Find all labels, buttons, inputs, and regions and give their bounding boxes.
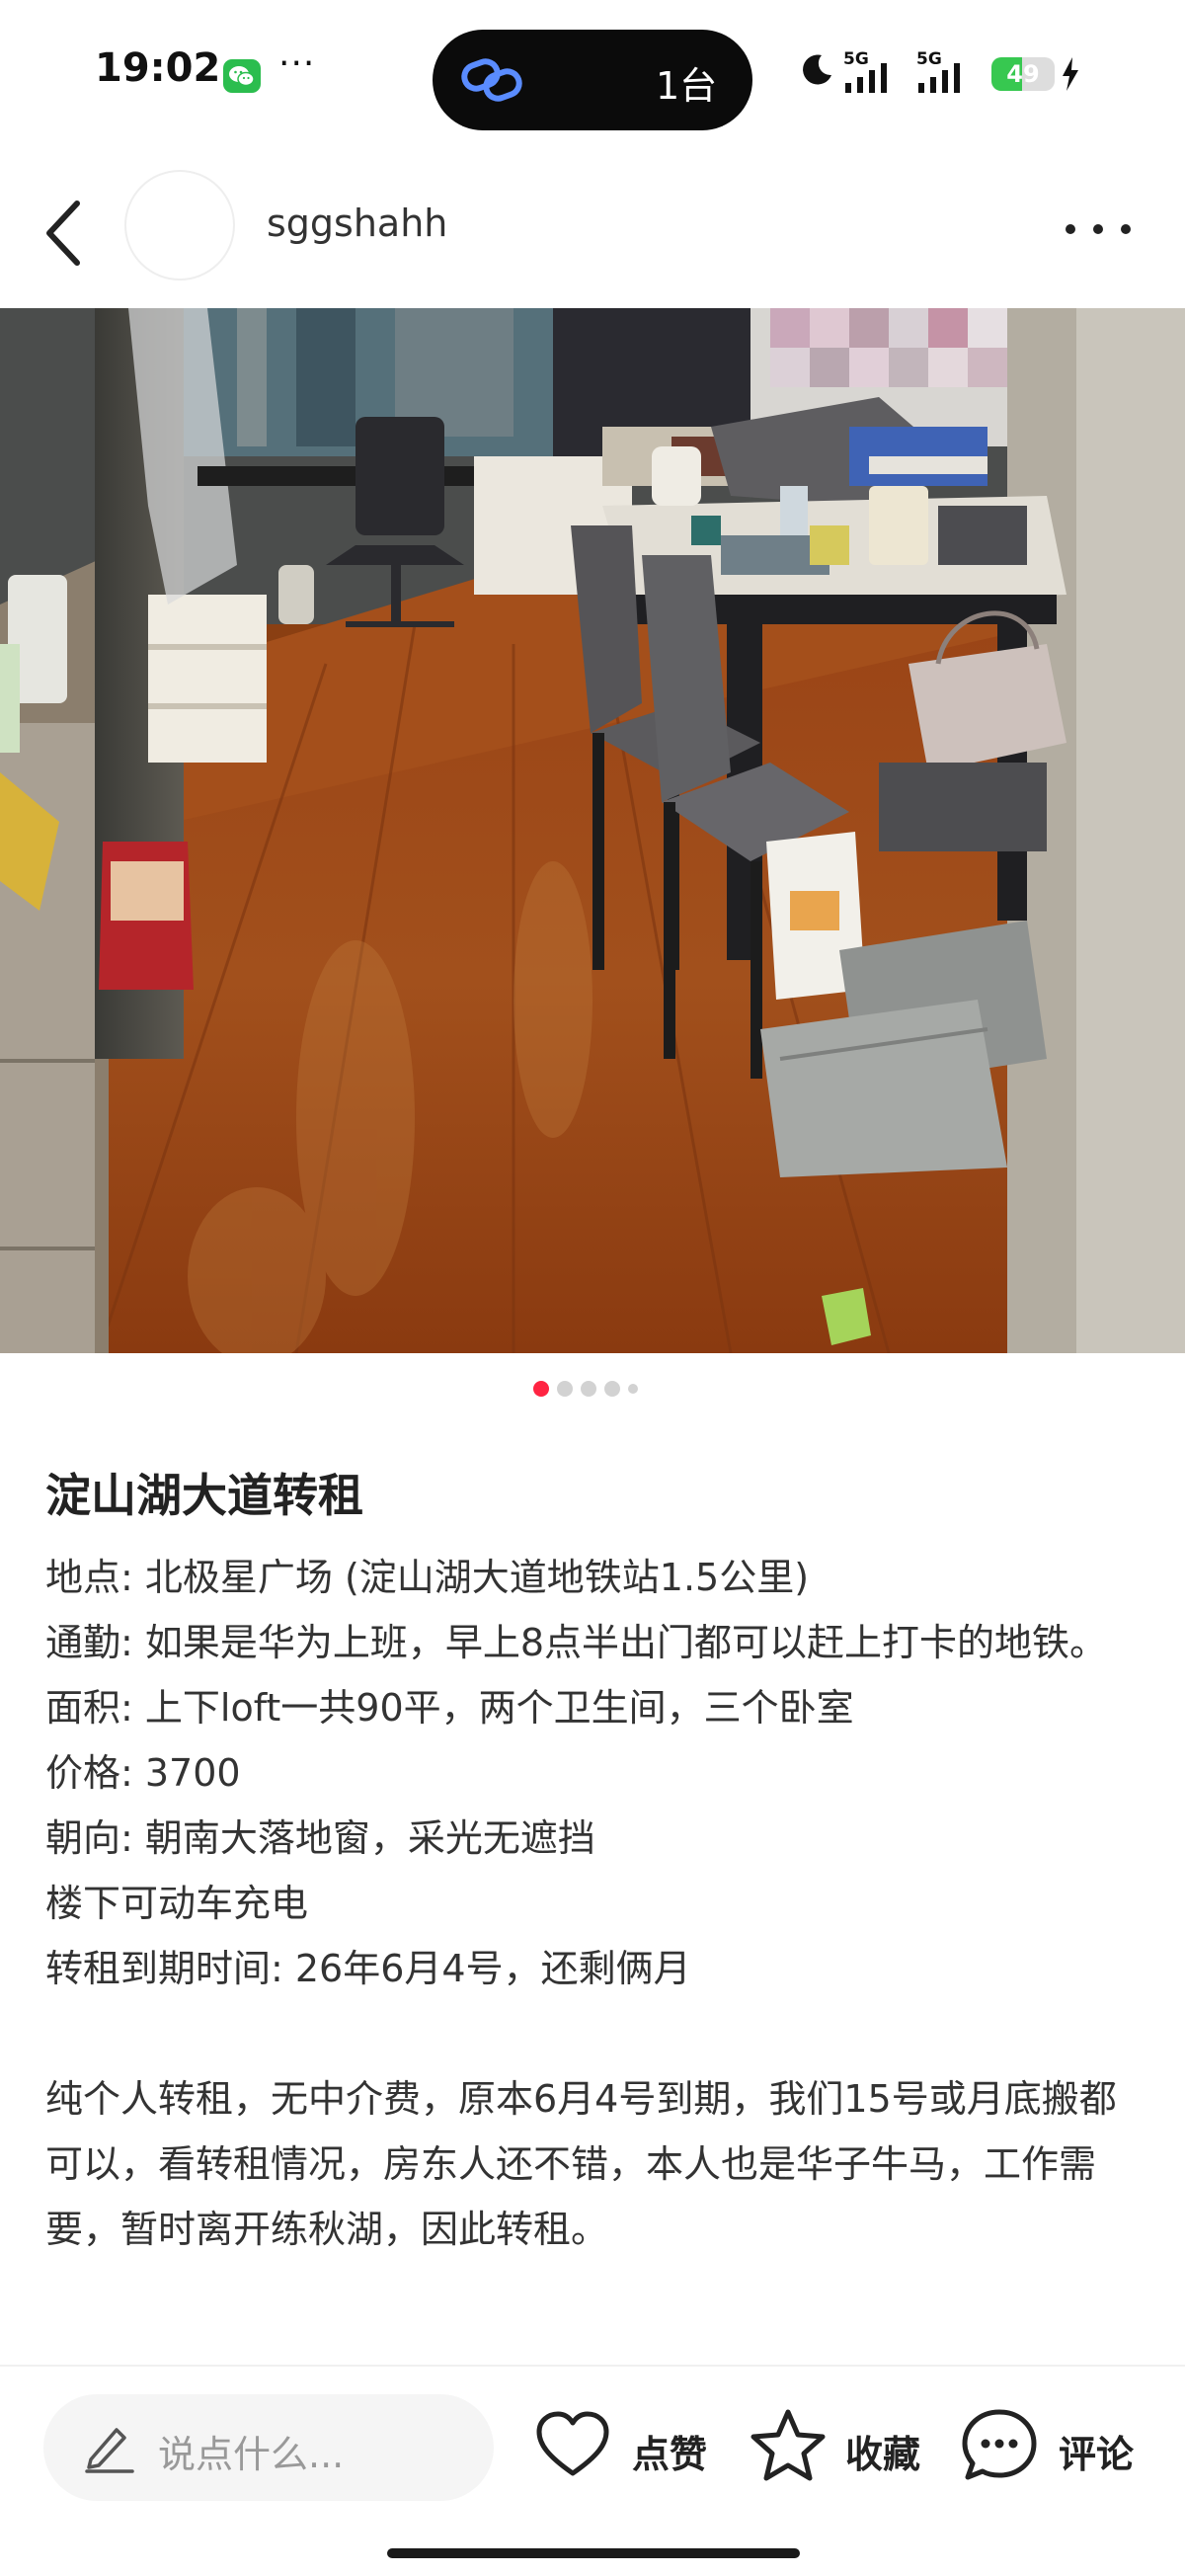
- post-line-charging: 楼下可动车充电: [45, 1882, 309, 1925]
- post-line-location: 地点: 北极星广场 (淀山湖大道地铁站1.5公里): [45, 1556, 810, 1599]
- pager-dot: [557, 1381, 573, 1397]
- pager-dot: [604, 1381, 620, 1397]
- moon-icon: [803, 54, 831, 85]
- bottom-action-bar: 说点什么... 点赞 收藏 评论: [0, 2367, 1185, 2576]
- post-photo[interactable]: [0, 308, 1185, 1353]
- room-photo-illustration: [0, 308, 1185, 1353]
- like-label: 点赞: [632, 2433, 708, 2476]
- post-body: 地点: 北极星广场 (淀山湖大道地铁站1.5公里) 通勤: 如果是华为上班，早上…: [45, 1545, 1144, 2262]
- author-username[interactable]: sggshahh: [267, 201, 447, 245]
- link-icon: [458, 55, 525, 109]
- wechat-icon: [223, 59, 261, 93]
- post-line-orientation: 朝向: 朝南大落地窗，采光无遮挡: [45, 1816, 595, 1860]
- star-icon: [750, 2409, 826, 2481]
- comment-button[interactable]: 评论: [960, 2406, 1147, 2485]
- post-title: 淀山湖大道转租: [45, 1469, 363, 1522]
- heart-icon: [536, 2411, 609, 2476]
- collect-label: 收藏: [845, 2433, 921, 2476]
- author-avatar[interactable]: [124, 170, 235, 281]
- charging-bolt-icon: [1063, 57, 1078, 91]
- comment-input[interactable]: 说点什么...: [43, 2394, 494, 2501]
- home-indicator[interactable]: [387, 2548, 800, 2558]
- post-line-price: 价格: 3700: [45, 1751, 241, 1795]
- comment-label: 评论: [1059, 2433, 1135, 2476]
- battery-level: 49: [1006, 60, 1040, 88]
- dynamic-island[interactable]: 1台: [433, 30, 752, 130]
- pager-dot: [581, 1381, 596, 1397]
- status-time: 19:02: [95, 45, 221, 91]
- signal-bars-icon: [918, 63, 960, 93]
- comment-bubble-icon: [962, 2409, 1037, 2480]
- device-count: 1台: [656, 64, 718, 108]
- more-options-icon[interactable]: [1061, 209, 1136, 249]
- status-bar: 19:02 ··· 1台 5G 5G 49: [0, 0, 1185, 158]
- like-button[interactable]: 点赞: [533, 2406, 711, 2485]
- post-header: sggshahh: [0, 158, 1185, 308]
- post-paragraph: 纯个人转租，无中介费，原本6月4号到期，我们15号或月底搬都可以，看转租情况，房…: [45, 2077, 1117, 2251]
- collect-button[interactable]: 收藏: [747, 2406, 934, 2485]
- comment-placeholder: 说点什么...: [158, 2433, 345, 2476]
- signal-bars-icon: [845, 63, 887, 93]
- back-arrow-icon[interactable]: [36, 194, 95, 273]
- pencil-icon: [85, 2428, 134, 2473]
- pager-dot: [628, 1384, 638, 1394]
- battery-icon: 49: [991, 57, 1055, 91]
- pager-dot: [533, 1381, 549, 1397]
- post-line-expiry: 转租到期时间: 26年6月4号，还剩俩月: [45, 1947, 691, 1990]
- post-line-commute: 通勤: 如果是华为上班，早上8点半出门都可以赶上打卡的地铁。: [45, 1621, 1108, 1664]
- post-line-area: 面积: 上下loft一共90平，两个卫生间，三个卧室: [45, 1686, 854, 1730]
- more-notifications-icon: ···: [278, 43, 316, 84]
